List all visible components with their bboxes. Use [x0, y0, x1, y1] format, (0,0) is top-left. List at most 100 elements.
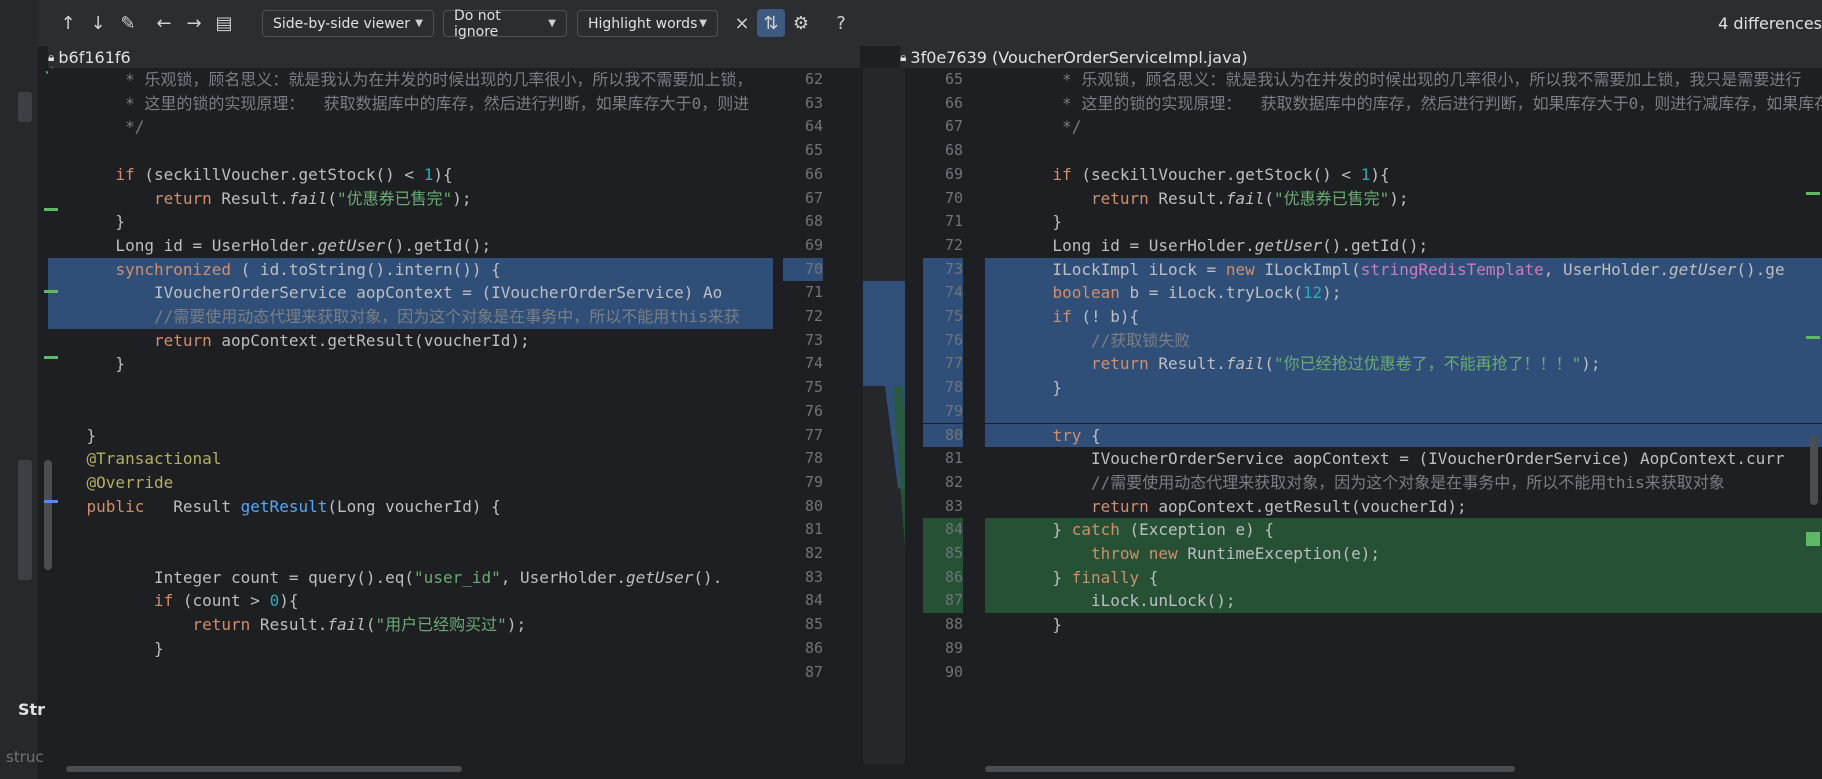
help-icon[interactable]: ? [827, 9, 855, 37]
line-number: 81 [804, 520, 823, 539]
code-line[interactable]: if (! b){ [985, 305, 1822, 329]
right-editor-pane[interactable]: * 乐观锁，顾名思义：就是我认为在并发的时候出现的几率很小，所以我不需要加上锁，… [985, 68, 1822, 764]
code-line[interactable]: return aopContext.getResult(voucherId); [48, 329, 773, 353]
code-line[interactable]: } [48, 424, 773, 448]
code-line[interactable]: return Result.fail("优惠券已售完"); [985, 187, 1822, 211]
code-line[interactable] [48, 139, 773, 163]
right-vertical-scrollbar[interactable] [1810, 435, 1818, 505]
tool-window-tab[interactable] [18, 92, 32, 122]
code-line[interactable] [48, 518, 773, 542]
code-line[interactable]: return Result.fail("用户已经购买过"); [48, 613, 773, 637]
code-line[interactable]: iLock.unLock(); [985, 589, 1822, 614]
line-number: 65 [944, 70, 963, 88]
change-marker [1806, 532, 1820, 546]
line-number: 68 [804, 212, 823, 231]
code-line[interactable]: */ [985, 115, 1822, 139]
code-line[interactable]: boolean b = iLock.tryLock(12); [985, 281, 1822, 305]
code-line[interactable]: synchronized ( id.toString().intern()) { [48, 257, 773, 282]
line-number: 64 [804, 117, 823, 136]
line-number: 80 [923, 423, 963, 448]
code-line[interactable]: throw new RuntimeException(e); [985, 542, 1822, 566]
right-horizontal-scrollbar[interactable] [985, 766, 1515, 772]
left-line-numbers: 62 63 64 65 66 67 68 69 70 71 72 73 74 75 76 77 78 79 80 81… [773, 68, 863, 764]
code-line[interactable]: } [48, 210, 773, 234]
code-line[interactable] [48, 376, 773, 400]
chevron-down-icon: ▼ [548, 18, 556, 29]
viewer-mode-label: Side-by-side viewer [273, 15, 411, 32]
sync-scroll-icon[interactable]: ⇅ [757, 9, 785, 37]
code-line[interactable]: * 这里的锁的实现原理： 获取数据库中的库存，然后进行判断，如果库存大于0，则进 [48, 92, 773, 116]
change-marker [44, 500, 58, 503]
line-number: 85 [923, 542, 963, 566]
code-line[interactable]: } [985, 376, 1822, 400]
code-line[interactable]: } [985, 613, 1822, 637]
code-line[interactable]: try { [985, 423, 1822, 448]
code-line[interactable]: return Result.fail("你已经抢过优惠卷了，不能再抢了！！！")… [985, 352, 1822, 377]
left-horizontal-scrollbar[interactable] [66, 766, 462, 772]
code-line[interactable] [48, 661, 773, 685]
code-line[interactable]: * 乐观锁，顾名思义：就是我认为在并发的时候出现的几率很小，所以我不需要加上锁，… [985, 68, 1822, 92]
code-line[interactable] [985, 661, 1822, 685]
left-editor-pane[interactable]: * 乐观锁，顾名思义：就是我认为在并发的时候出现的几率很小，所以我不需要加上锁，… [48, 68, 773, 764]
code-line[interactable]: //需要使用动态代理来获取对象，因为这个对象是在事务中，所以不能用this来获取… [985, 471, 1822, 495]
line-number: 87 [804, 662, 823, 681]
line-number: 88 [944, 615, 963, 634]
back-icon[interactable]: ← [150, 9, 178, 37]
collapse-unchanged-icon[interactable]: ⨯ [728, 9, 756, 37]
prev-difference-icon[interactable]: ↑ [54, 9, 82, 37]
code-line[interactable] [985, 637, 1822, 661]
line-number: 87 [923, 589, 963, 614]
code-line[interactable]: */ [48, 115, 773, 139]
forward-icon[interactable]: → [180, 9, 208, 37]
code-line[interactable]: public Result getResult(Long voucherId) … [48, 495, 773, 519]
code-line[interactable]: } [48, 637, 773, 661]
line-number: 65 [804, 141, 823, 160]
code-line[interactable]: } catch (Exception e) { [985, 518, 1822, 542]
code-line[interactable]: } [985, 210, 1822, 234]
change-marker [1806, 336, 1820, 339]
code-line[interactable]: IVoucherOrderService aopContext = (IVouc… [48, 281, 773, 305]
code-line[interactable]: Long id = UserHolder.getUser().getId(); [985, 234, 1822, 258]
left-vertical-scrollbar[interactable] [44, 460, 52, 570]
code-line[interactable]: * 乐观锁，顾名思义：就是我认为在并发的时候出现的几率很小，所以我不需要加上锁， [48, 68, 773, 92]
line-number: 89 [944, 638, 963, 657]
structure-panel-label[interactable]: Str [18, 700, 45, 719]
line-number: 85 [804, 615, 823, 634]
code-line[interactable]: } [48, 352, 773, 376]
code-line[interactable] [48, 542, 773, 566]
next-difference-icon[interactable]: ↓ [84, 9, 112, 37]
line-number: 73 [923, 257, 963, 282]
code-line[interactable]: //获取锁失败 [985, 328, 1822, 353]
settings-gear-icon[interactable]: ⚙ [787, 9, 815, 37]
code-line[interactable]: if (seckillVoucher.getStock() < 1){ [985, 163, 1822, 187]
code-line[interactable] [48, 400, 773, 424]
ignore-whitespace-label: Do not ignore [454, 7, 501, 40]
code-line[interactable]: } finally { [985, 565, 1822, 590]
line-number: 77 [923, 352, 963, 377]
tool-window-tab[interactable] [18, 460, 32, 580]
code-line[interactable]: //需要使用动态代理来获取对象，因为这个对象是在事务中，所以不能用this来获 [48, 305, 773, 329]
line-number: 83 [804, 567, 823, 586]
code-line[interactable]: return aopContext.getResult(voucherId); [985, 495, 1822, 519]
code-line[interactable]: * 这里的锁的实现原理： 获取数据库中的库存，然后进行判断，如果库存大于0，则进… [985, 92, 1822, 116]
code-line[interactable]: return Result.fail("优惠券已售完"); [48, 187, 773, 211]
code-line[interactable]: if (count > 0){ [48, 589, 773, 613]
change-marker [44, 290, 58, 293]
edit-source-icon[interactable]: ✎ [114, 9, 142, 37]
highlight-mode-select[interactable]: Highlight words ▼ [577, 10, 718, 37]
code-line[interactable]: Integer count = query().eq("user_id", Us… [48, 566, 773, 590]
code-line[interactable] [985, 399, 1822, 424]
code-line[interactable]: IVoucherOrderService aopContext = (IVouc… [985, 447, 1822, 471]
code-line[interactable]: if (seckillVoucher.getStock() < 1){ [48, 163, 773, 187]
code-line[interactable]: @Transactional [48, 447, 773, 471]
line-number: 66 [804, 164, 823, 183]
chevron-down-icon: ▼ [415, 18, 423, 29]
lock-icon: 🔒︎ [48, 49, 55, 64]
code-line[interactable]: Long id = UserHolder.getUser().getId(); [48, 234, 773, 258]
viewer-mode-select[interactable]: Side-by-side viewer ▼ [262, 10, 434, 37]
code-line[interactable]: @Override [48, 471, 773, 495]
file-icon[interactable]: ▤ [210, 9, 238, 37]
ignore-whitespace-select[interactable]: Do not ignore ▼ [443, 7, 567, 40]
code-line[interactable] [985, 139, 1822, 163]
code-line[interactable]: ILockImpl iLock = new ILockImpl(stringRe… [985, 257, 1822, 282]
